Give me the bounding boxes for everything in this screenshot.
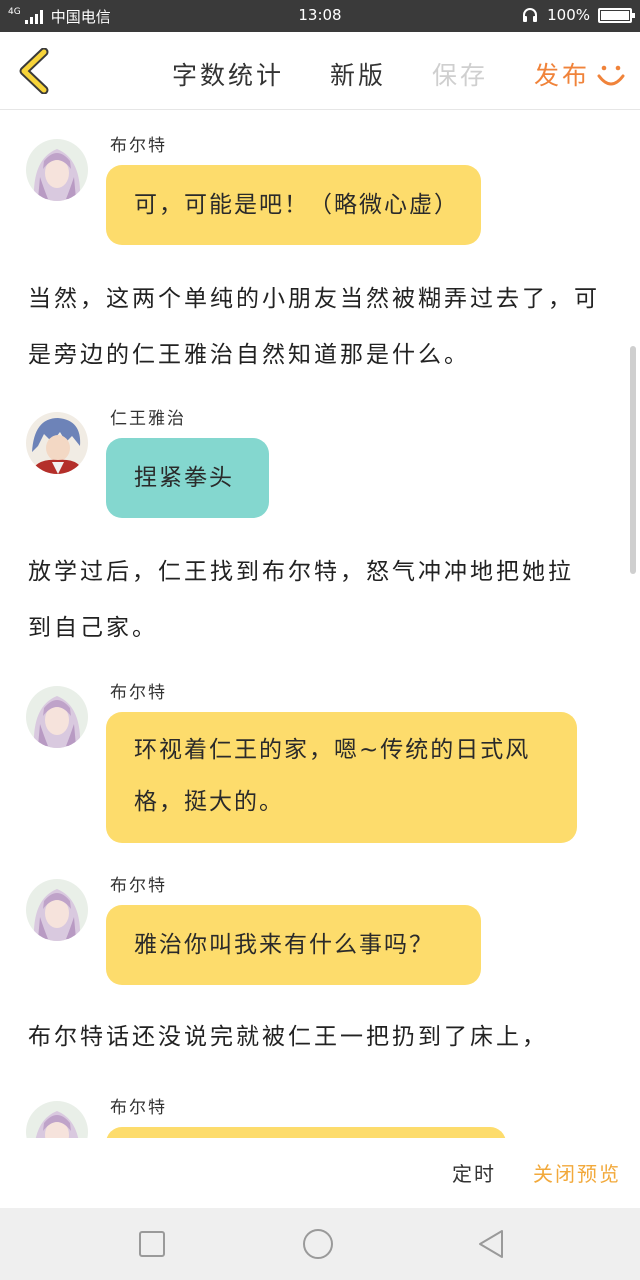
smile-icon[interactable]: [596, 62, 626, 92]
back-chevron-icon[interactable]: [14, 48, 54, 94]
headset-icon: [523, 8, 538, 22]
editor-toolbar: 字数统计 新版 保存 发布: [0, 32, 640, 110]
story-content[interactable]: 布尔特 可，可能是吧！（略微心虚） 当然，这两个单纯的小朋友当然被糊弄过去了，可…: [0, 111, 640, 1138]
chat-bubble[interactable]: [106, 1127, 506, 1138]
bubble-line: 格，挺大的。: [134, 789, 284, 815]
close-preview-button[interactable]: 关闭预览: [533, 1158, 621, 1187]
avatar-burt[interactable]: [26, 686, 88, 748]
narration-paragraph: 放学过后，仁王找到布尔特，怒气冲冲地把她拉 到自己家。: [28, 544, 618, 656]
system-nav-bar: [0, 1208, 640, 1280]
chat-bubble[interactable]: 捏紧拳头: [106, 438, 269, 518]
avatar-burt[interactable]: [26, 879, 88, 941]
word-count-button[interactable]: 字数统计: [172, 56, 284, 92]
circle-home-icon[interactable]: [302, 1228, 334, 1260]
bottom-action-bar: 定时 关闭预览: [0, 1138, 640, 1208]
narration-line: 是旁边的仁王雅治自然知道那是什么。: [28, 342, 470, 368]
battery-icon: [598, 7, 635, 23]
scrollbar[interactable]: [630, 346, 636, 574]
chat-bubble[interactable]: 环视着仁王的家，嗯~传统的日式风 格，挺大的。: [106, 712, 577, 843]
triangle-back-icon[interactable]: [476, 1228, 508, 1260]
new-version-button[interactable]: 新版: [330, 56, 386, 92]
narration-line: 到自己家。: [28, 615, 158, 641]
square-recent-icon[interactable]: [136, 1228, 168, 1260]
speaker-name: 布尔特: [110, 683, 167, 703]
narration-line: 布尔特话还没说完就被仁王一把扔到了床上，: [28, 1024, 548, 1050]
chat-bubble[interactable]: 雅治你叫我来有什么事吗？: [106, 905, 481, 985]
speaker-name: 布尔特: [110, 876, 167, 896]
speaker-name: 布尔特: [110, 136, 167, 156]
publish-button[interactable]: 发布: [534, 56, 590, 92]
chat-message: 布尔特 雅治你叫我来有什么事吗？: [0, 851, 640, 991]
avatar-niou[interactable]: [26, 412, 88, 474]
status-bar: 4G 中国电信 13:08 100%: [0, 0, 640, 32]
save-button[interactable]: 保存: [432, 56, 488, 92]
battery-percent: 100%: [547, 6, 590, 24]
avatar-burt[interactable]: [26, 139, 88, 201]
chat-message: 布尔特 环视着仁王的家，嗯~传统的日式风 格，挺大的。: [0, 658, 640, 858]
speaker-name: 布尔特: [110, 1098, 167, 1118]
chat-bubble[interactable]: 可，可能是吧！（略微心虚）: [106, 165, 481, 245]
narration-paragraph: 当然，这两个单纯的小朋友当然被糊弄过去了，可 是旁边的仁王雅治自然知道那是什么。: [28, 271, 618, 383]
chat-message: 仁王雅治 捏紧拳头: [0, 384, 640, 524]
narration-line: 当然，这两个单纯的小朋友当然被糊弄过去了，可: [28, 286, 600, 312]
chat-message: 布尔特 可，可能是吧！（略微心虚）: [0, 111, 640, 251]
timer-button[interactable]: 定时: [452, 1158, 496, 1187]
speaker-name: 仁王雅治: [110, 409, 186, 429]
bubble-line: 环视着仁王的家，嗯~传统的日式风: [134, 737, 531, 763]
narration-paragraph: 布尔特话还没说完就被仁王一把扔到了床上，: [28, 1009, 618, 1065]
chat-message: 布尔特: [0, 1073, 640, 1138]
status-right: 100%: [521, 6, 635, 24]
avatar-burt[interactable]: [26, 1101, 88, 1138]
narration-line: 放学过后，仁王找到布尔特，怒气冲冲地把她拉: [28, 559, 574, 585]
